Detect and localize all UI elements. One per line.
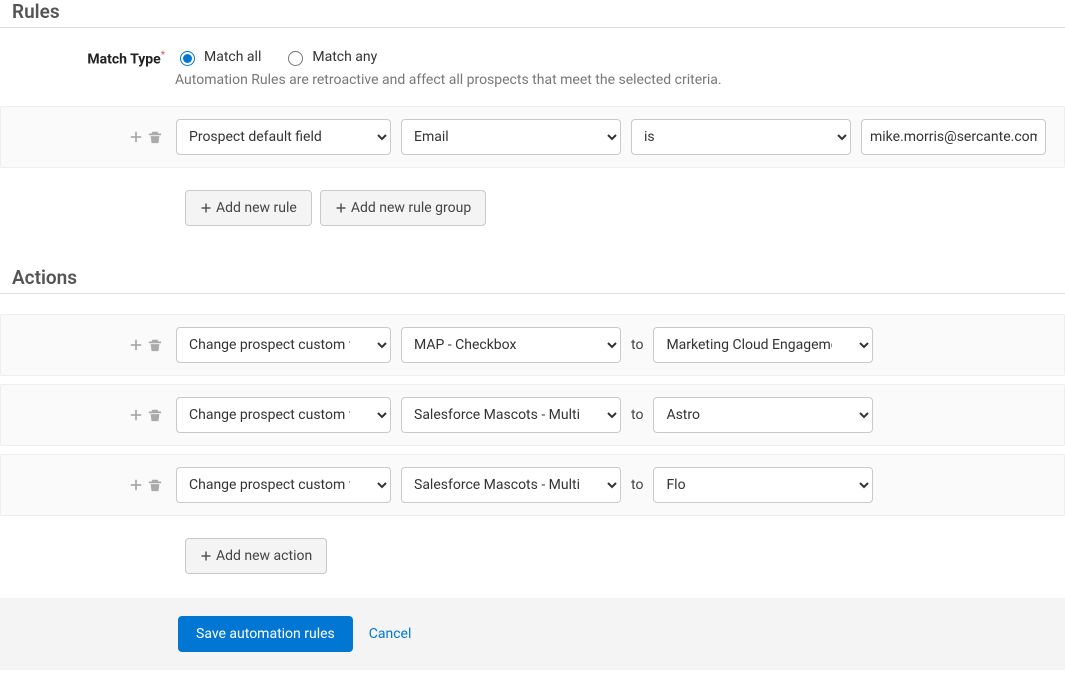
match-type-label: Match Type bbox=[87, 52, 160, 68]
delete-action-icon[interactable] bbox=[146, 407, 162, 423]
action-row: Change prospect custom field MAP - Check… bbox=[0, 314, 1065, 376]
action-field-select[interactable]: Salesforce Mascots - Multi-Select bbox=[401, 467, 621, 503]
action-row: Change prospect custom field Salesforce … bbox=[0, 454, 1065, 516]
delete-action-icon[interactable] bbox=[146, 477, 162, 493]
match-all-radio[interactable] bbox=[180, 51, 195, 66]
action-buttons-row: Add new action bbox=[0, 538, 1065, 574]
action-field-select[interactable]: Salesforce Mascots - Multi-Select bbox=[401, 397, 621, 433]
delete-action-icon[interactable] bbox=[146, 337, 162, 353]
add-new-rule-label: Add new rule bbox=[216, 200, 297, 216]
match-type-help: Automation Rules are retroactive and aff… bbox=[175, 72, 722, 88]
plus-icon bbox=[200, 202, 212, 214]
action-type-select[interactable]: Change prospect custom field bbox=[176, 467, 391, 503]
action-value-select[interactable]: Marketing Cloud Engagement bbox=[653, 327, 873, 363]
action-type-select[interactable]: Change prospect custom field bbox=[176, 397, 391, 433]
save-button[interactable]: Save automation rules bbox=[178, 616, 353, 652]
add-new-rule-group-button[interactable]: Add new rule group bbox=[320, 190, 486, 226]
add-new-action-button[interactable]: Add new action bbox=[185, 538, 327, 574]
to-label: to bbox=[631, 337, 643, 353]
action-field-select[interactable]: MAP - Checkbox bbox=[401, 327, 621, 363]
add-new-rule-button[interactable]: Add new rule bbox=[185, 190, 312, 226]
add-action-icon[interactable] bbox=[127, 337, 143, 353]
plus-icon bbox=[200, 550, 212, 562]
rules-section-header: Rules bbox=[0, 0, 1065, 28]
match-type-row: Match Type* Match all Match any Automati… bbox=[0, 48, 1065, 88]
rule-field-type-select[interactable]: Prospect default field bbox=[176, 119, 391, 155]
rule-operator-select[interactable]: is bbox=[631, 119, 851, 155]
add-new-rule-group-label: Add new rule group bbox=[351, 200, 471, 216]
footer: Save automation rules Cancel bbox=[0, 598, 1065, 670]
actions-section-header: Actions bbox=[0, 266, 1065, 294]
add-action-icon[interactable] bbox=[127, 407, 143, 423]
action-type-select[interactable]: Change prospect custom field bbox=[176, 327, 391, 363]
rule-field-select[interactable]: Email bbox=[401, 119, 621, 155]
required-indicator: * bbox=[161, 50, 165, 61]
rule-value-input[interactable] bbox=[861, 119, 1046, 155]
action-row: Change prospect custom field Salesforce … bbox=[0, 384, 1065, 446]
to-label: to bbox=[631, 407, 643, 423]
match-any-label: Match any bbox=[312, 49, 377, 65]
rule-buttons-row: Add new rule Add new rule group bbox=[0, 190, 1065, 226]
delete-rule-icon[interactable] bbox=[146, 129, 162, 145]
match-any-radio[interactable] bbox=[288, 51, 303, 66]
add-action-icon[interactable] bbox=[127, 477, 143, 493]
action-value-select[interactable]: Flo bbox=[653, 467, 873, 503]
match-all-label: Match all bbox=[204, 49, 261, 65]
to-label: to bbox=[631, 477, 643, 493]
cancel-link[interactable]: Cancel bbox=[369, 626, 412, 642]
match-any-option[interactable]: Match any bbox=[283, 48, 377, 66]
add-rule-icon[interactable] bbox=[127, 129, 143, 145]
plus-icon bbox=[335, 202, 347, 214]
action-value-select[interactable]: Astro bbox=[653, 397, 873, 433]
rule-row: Prospect default field Email is bbox=[0, 106, 1065, 168]
add-new-action-label: Add new action bbox=[216, 548, 312, 564]
match-all-option[interactable]: Match all bbox=[175, 48, 261, 66]
